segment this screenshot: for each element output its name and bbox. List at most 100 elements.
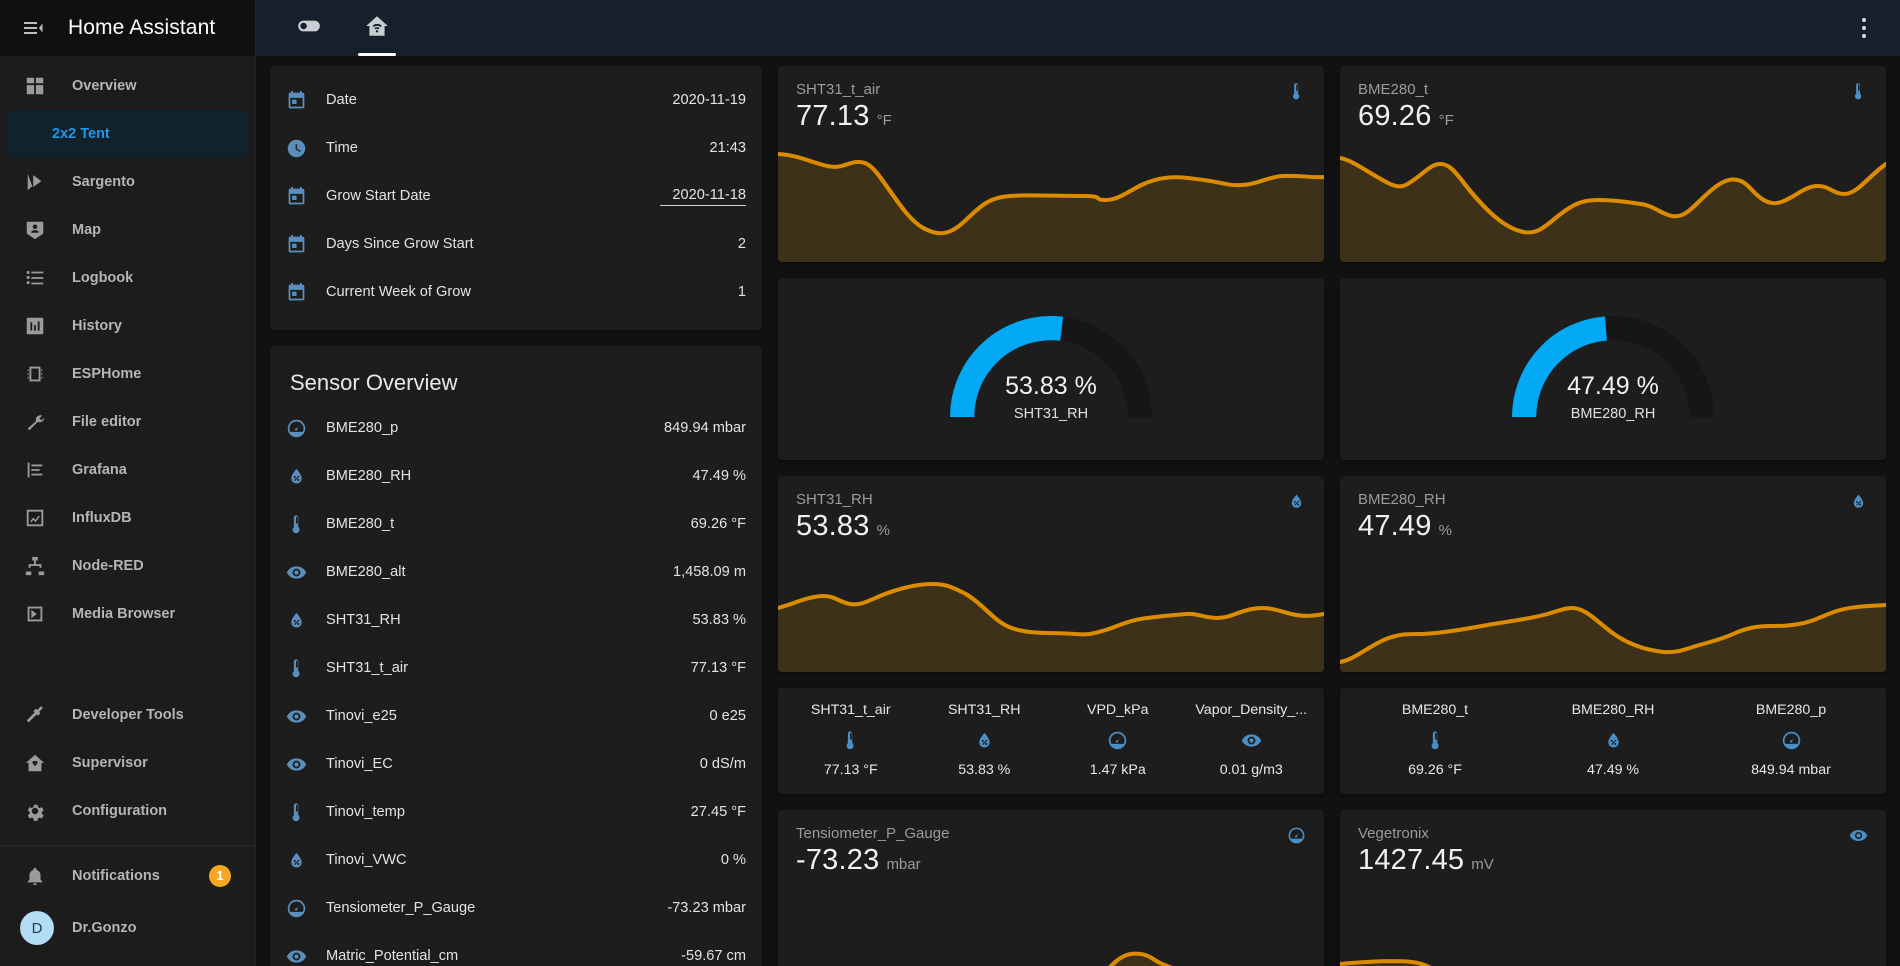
grafana-icon [24, 458, 52, 482]
sensor-value: -73.23 [796, 844, 880, 876]
glance-item-bme280-p[interactable]: BME280_p 849.94 mbar [1702, 702, 1880, 778]
entity-value: 0 dS/m [699, 756, 746, 772]
entity-row-bme280-t[interactable]: BME280_t 69.26 °F [286, 500, 746, 548]
sidebar-item-esphome[interactable]: ESPHome [8, 350, 247, 398]
sidebar-item-developer-tools[interactable]: Developer Tools [8, 691, 247, 739]
entity-row-grow-start-date[interactable]: Grow Start Date 2020-11-18 [286, 172, 746, 220]
glance-item-vapor-density[interactable]: Vapor_Density_... 0.01 g/m3 [1185, 702, 1319, 778]
calendar-icon [286, 234, 326, 255]
sidebar-item-media-browser[interactable]: Media Browser [8, 590, 247, 638]
glance-item-sht31-t-air[interactable]: SHT31_t_air 77.13 °F [784, 702, 918, 778]
sensor-card-vegetronix[interactable]: Vegetronix 1427.45 mV [1340, 810, 1886, 966]
eye-icon [1849, 826, 1868, 850]
entity-value: 53.83 % [692, 612, 746, 628]
sargento-icon [24, 170, 52, 194]
entity-row-sht31-rh[interactable]: SHT31_RH 53.83 % [286, 596, 746, 644]
sidebar-item-sargento[interactable]: Sargento [8, 158, 247, 206]
logbook-icon [24, 266, 52, 290]
entity-row-matric-potential-cm[interactable]: Matric_Potential_cm -59.67 cm [286, 932, 746, 966]
column-left: Date 2020-11-19 Time 21:43 Grow Start Da… [270, 66, 762, 966]
dot [1862, 34, 1866, 38]
sensor-card-bme280-t[interactable]: BME280_t 69.26 °F [1340, 66, 1886, 262]
thermometer-icon [1425, 728, 1446, 752]
glance-item-vpd-kpa[interactable]: VPD_kPa 1.47 kPa [1051, 702, 1185, 778]
toggle-switch-icon [296, 13, 322, 44]
sidebar-item-2x2-tent[interactable]: 2x2 Tent [8, 110, 247, 158]
gauge-value: 53.83 % [1005, 372, 1097, 401]
sensor-card-tensiometer-p-gauge[interactable]: Tensiometer_P_Gauge -73.23 mbar [778, 810, 1324, 966]
gauge-card-bme280-rh[interactable]: 47.49 % BME280_RH [1340, 278, 1886, 460]
sidebar-item-map[interactable]: Map [8, 206, 247, 254]
glance-name: Vapor_Density_... [1195, 702, 1308, 718]
sidebar-item-overview[interactable]: Overview [8, 62, 247, 110]
glance-name: SHT31_RH [947, 702, 1021, 718]
entity-row-bme280-p[interactable]: BME280_p 849.94 mbar [286, 404, 746, 452]
sidebar-item-grafana[interactable]: Grafana [8, 446, 247, 494]
grow-start-date-input[interactable]: 2020-11-18 [660, 187, 746, 206]
column-right: BME280_t 69.26 °F 47.49 % BME280_RH BME2… [1340, 66, 1886, 966]
main-area: Date 2020-11-19 Time 21:43 Grow Start Da… [256, 0, 1900, 966]
entity-row-tensiometer-p-gauge[interactable]: Tensiometer_P_Gauge -73.23 mbar [286, 884, 746, 932]
entity-name: BME280_t [326, 516, 395, 532]
menu-collapse-icon[interactable] [18, 13, 48, 43]
entity-value: 1,458.09 m [672, 564, 746, 580]
entity-row-sht31-t-air[interactable]: SHT31_t_air 77.13 °F [286, 644, 746, 692]
thermometer-icon [286, 658, 326, 679]
water-percent-icon [1603, 728, 1624, 752]
sensor-value: 77.13 [796, 100, 870, 132]
sidebar-item-label: 2x2 Tent [52, 126, 110, 142]
entity-row-tinovi-e25[interactable]: Tinovi_e25 0 e25 [286, 692, 746, 740]
sidebar-item-node-red[interactable]: Node-RED [8, 542, 247, 590]
sidebar-item-influxdb[interactable]: InfluxDB [8, 494, 247, 542]
sidebar-item-label: InfluxDB [72, 510, 132, 526]
sensor-name: SHT31_t_air [796, 81, 881, 98]
sparkline-chart [1340, 886, 1886, 966]
entity-row-tinovi-temp[interactable]: Tinovi_temp 27.45 °F [286, 788, 746, 836]
sparkline-chart [1340, 552, 1886, 672]
sensor-value: 53.83 [796, 510, 870, 542]
eye-icon [1241, 728, 1262, 752]
sidebar-item-label: Map [72, 222, 101, 238]
page-title: Sensor Overview [290, 370, 458, 395]
sidebar-item-file-editor[interactable]: File editor [8, 398, 247, 446]
glance-value: 1.47 kPa [1089, 762, 1146, 778]
sidebar-nav: Overview 2x2 Tent Sargento Map Logbook H… [0, 56, 255, 691]
sensor-card-header: Tensiometer_P_Gauge -73.23 mbar [778, 810, 1324, 877]
hammer-icon [24, 703, 52, 727]
sidebar-item-logbook[interactable]: Logbook [8, 254, 247, 302]
sidebar-item-user[interactable]: D Dr.Gonzo [8, 900, 247, 956]
entity-row-bme280-alt[interactable]: BME280_alt 1,458.09 m [286, 548, 746, 596]
glance-item-sht31-rh[interactable]: SHT31_RH 53.83 % [918, 702, 1052, 778]
gauge-card-sht31-rh[interactable]: 53.83 % SHT31_RH [778, 278, 1324, 460]
sidebar-item-history[interactable]: History [8, 302, 247, 350]
entity-row-bme280-rh[interactable]: BME280_RH 47.49 % [286, 452, 746, 500]
sidebar-item-notifications[interactable]: Notifications 1 [8, 852, 247, 900]
glance-item-bme280-t[interactable]: BME280_t 69.26 °F [1346, 702, 1524, 778]
gauge: 47.49 % BME280_RH [1512, 316, 1714, 422]
glance-item-bme280-rh[interactable]: BME280_RH 47.49 % [1524, 702, 1702, 778]
sidebar-item-supervisor[interactable]: Supervisor [8, 739, 247, 787]
entity-row-days-since-grow-start[interactable]: Days Since Grow Start 2 [286, 220, 746, 268]
tab-toggle-view[interactable] [278, 0, 340, 56]
glance-value: 69.26 °F [1408, 762, 1462, 778]
tab-home-view[interactable] [346, 0, 408, 56]
entity-name: Tinovi_e25 [326, 708, 397, 724]
thermometer-icon [1849, 82, 1868, 106]
sidebar-item-label: ESPHome [72, 366, 142, 382]
dots-vertical-icon[interactable] [1842, 0, 1886, 56]
sensor-card-sht31-t-air[interactable]: SHT31_t_air 77.13 °F [778, 66, 1324, 262]
entity-row-current-week-of-grow[interactable]: Current Week of Grow 1 [286, 268, 746, 316]
entity-row-time[interactable]: Time 21:43 [286, 124, 746, 172]
avatar: D [20, 911, 54, 945]
sidebar-item-label: Developer Tools [72, 707, 184, 723]
entity-value: 21:43 [709, 140, 746, 156]
sensor-card-sht31-rh[interactable]: SHT31_RH 53.83 % [778, 476, 1324, 672]
sensor-card-bme280-rh[interactable]: BME280_RH 47.49 % [1340, 476, 1886, 672]
sidebar-item-label: Sargento [72, 174, 135, 190]
entity-row-tinovi-vwc[interactable]: Tinovi_VWC 0 % [286, 836, 746, 884]
sidebar-item-configuration[interactable]: Configuration [8, 787, 247, 835]
entity-row-tinovi-ec[interactable]: Tinovi_EC 0 dS/m [286, 740, 746, 788]
entity-name: Tinovi_VWC [326, 852, 407, 868]
entity-row-date[interactable]: Date 2020-11-19 [286, 76, 746, 124]
home-heart-icon [24, 751, 52, 775]
